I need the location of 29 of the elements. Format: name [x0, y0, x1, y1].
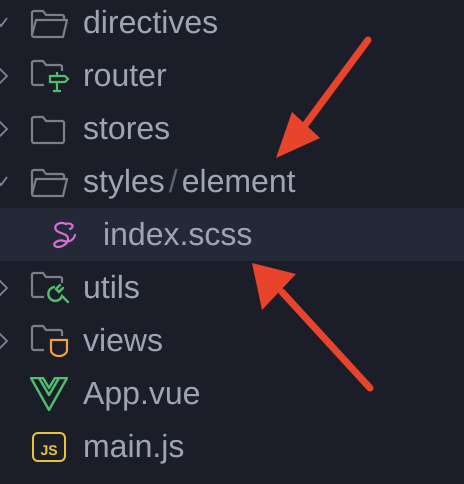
item-label: directives — [83, 4, 218, 41]
item-label: element — [182, 163, 296, 200]
item-label: main.js — [83, 428, 184, 465]
item-label: utils — [83, 269, 140, 306]
chevron-right-icon[interactable] — [0, 118, 8, 138]
file-tree-item[interactable]: router — [0, 49, 464, 102]
item-label: index.scss — [103, 216, 252, 253]
file-tree-item[interactable]: utils — [0, 261, 464, 314]
vue-icon — [30, 376, 68, 410]
item-label: router — [83, 57, 167, 94]
chevron-right-icon[interactable] — [0, 330, 8, 350]
file-tree-item[interactable]: styles/element — [0, 155, 464, 208]
item-label: stores — [83, 110, 170, 147]
js-icon: JS — [32, 432, 66, 462]
chevron-right-icon[interactable] — [0, 278, 8, 298]
file-tree-item[interactable]: stores — [0, 102, 464, 155]
item-label: views — [83, 322, 164, 359]
file-tree-item[interactable]: index.scss — [0, 208, 464, 261]
file-tree-item[interactable]: views — [0, 314, 464, 367]
file-tree-item[interactable]: JS main.js — [0, 420, 464, 473]
item-label: App.vue — [83, 375, 200, 412]
folder-shield-icon — [30, 324, 70, 358]
folder-signpost-icon — [30, 58, 70, 92]
folder-wrench-icon — [30, 270, 70, 304]
file-tree-item[interactable]: App.vue — [0, 367, 464, 420]
item-label: styles — [83, 163, 165, 200]
file-tree-item[interactable]: directives — [0, 0, 464, 49]
path-separator: / — [168, 163, 178, 200]
chevron-right-icon[interactable] — [0, 66, 8, 86]
